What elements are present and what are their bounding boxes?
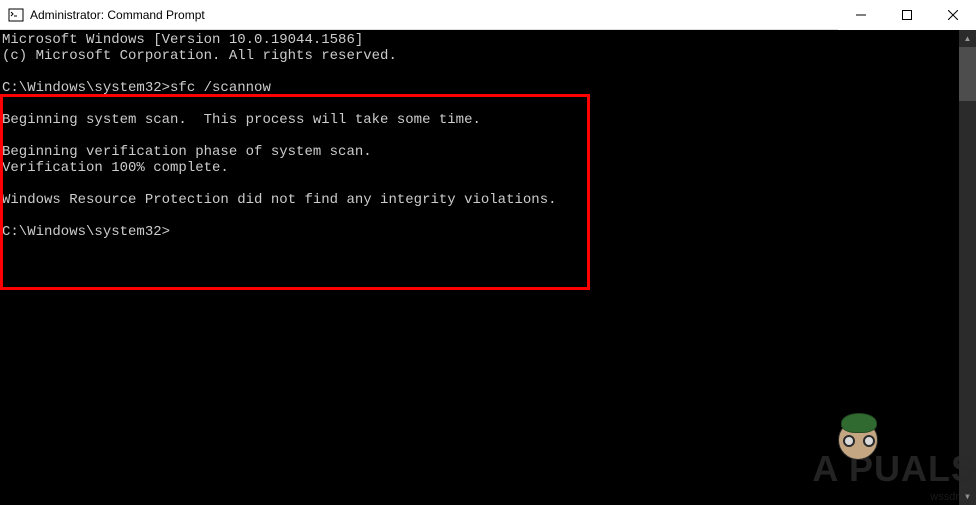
close-button[interactable]	[930, 0, 976, 30]
console-line: Beginning verification phase of system s…	[2, 144, 372, 160]
console-line: Windows Resource Protection did not find…	[2, 192, 557, 208]
titlebar[interactable]: Administrator: Command Prompt	[0, 0, 976, 30]
command-prompt-window: Administrator: Command Prompt Microsoft …	[0, 0, 976, 505]
minimize-button[interactable]	[838, 0, 884, 30]
window-controls	[838, 0, 976, 29]
console-line: Microsoft Windows [Version 10.0.19044.15…	[2, 32, 363, 48]
console-line: Verification 100% complete.	[2, 160, 229, 176]
console-prompt: C:\Windows\system32>	[2, 224, 170, 240]
watermark-url: wssdn.c	[930, 491, 970, 503]
console-prompt: C:\Windows\system32>sfc /scannow	[2, 80, 271, 96]
window-title: Administrator: Command Prompt	[30, 8, 838, 22]
console-area[interactable]: Microsoft Windows [Version 10.0.19044.15…	[0, 30, 976, 505]
console-line: (c) Microsoft Corporation. All rights re…	[2, 48, 397, 64]
console-output: Microsoft Windows [Version 10.0.19044.15…	[0, 32, 976, 240]
cmd-icon	[8, 7, 24, 23]
console-line: Beginning system scan. This process will…	[2, 112, 481, 128]
maximize-button[interactable]	[884, 0, 930, 30]
